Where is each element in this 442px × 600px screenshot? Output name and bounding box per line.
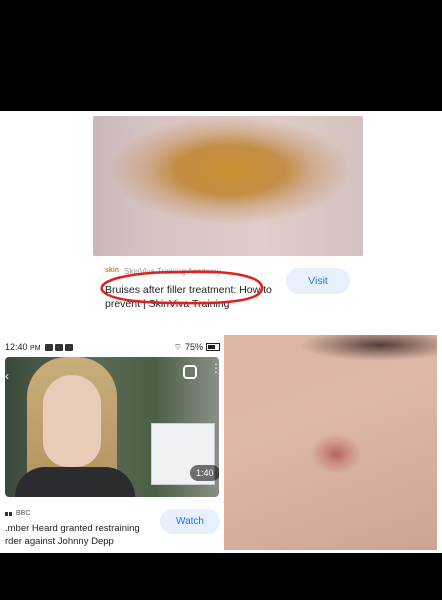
battery-percent: 75% [184,342,203,352]
video-duration: 1:40 [190,465,219,481]
lens-icon[interactable] [183,365,197,379]
source-row: skin SkinViva Training Academy [105,266,221,276]
status-right: ⌔ 75% [174,342,220,353]
source-row-2: BBC [5,510,30,517]
more-icon[interactable]: ⋮ [210,362,219,374]
source-name: SkinViva Training Academy [124,266,221,276]
source-logo: skin [105,267,120,274]
bruise-photo[interactable] [93,116,363,256]
person-body [15,467,135,497]
battery-icon [206,343,220,351]
status-bar: 12:40 PM ⌔ 75% [5,340,220,354]
result-title[interactable]: Bruises after filler treatment: How to p… [105,283,285,311]
bbc-logo [5,511,12,516]
wifi-icon: ⌔ [173,341,182,352]
back-chevron-icon[interactable]: ‹ [5,369,9,383]
status-time: 12:40 PM [5,342,41,352]
source-name-2: BBC [16,510,31,517]
visit-button[interactable]: Visit [286,268,350,294]
video-thumbnail[interactable]: ‹ ⋮ 1:40 [5,357,219,497]
person-face [43,375,101,467]
notification-icons [44,343,73,351]
face-closeup-photo[interactable] [224,335,437,550]
watch-button[interactable]: Watch [160,509,220,534]
video-title[interactable]: .mber Heard granted restraining rder aga… [5,522,155,548]
